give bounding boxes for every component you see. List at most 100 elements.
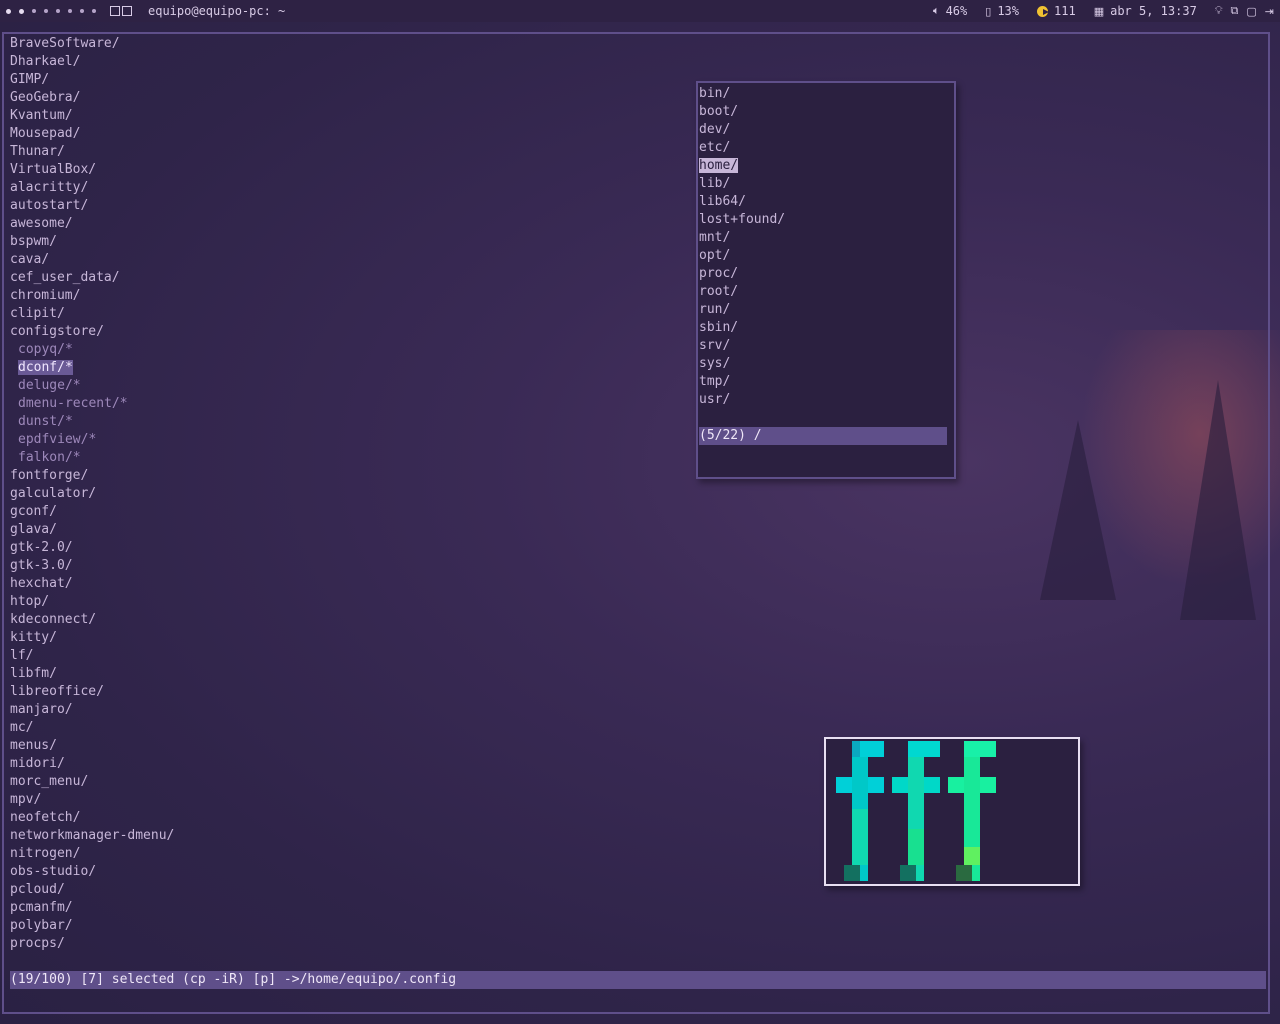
file-name: VirtualBox/ <box>10 162 97 177</box>
file-list-item[interactable]: menus/ <box>10 737 174 755</box>
workspace-dot[interactable] <box>80 9 84 13</box>
file-list-item[interactable]: pcmanfm/ <box>10 899 174 917</box>
directory-list[interactable]: bin/boot/dev/etc/home/lib/lib64/lost+fou… <box>699 85 785 409</box>
file-list-item[interactable]: GIMP/ <box>10 71 174 89</box>
file-list-item[interactable]: obs-studio/ <box>10 863 174 881</box>
workspace-dot[interactable] <box>68 9 72 13</box>
file-list-item[interactable]: autostart/ <box>10 197 174 215</box>
file-list-item[interactable]: mc/ <box>10 719 174 737</box>
file-list-item[interactable]: kitty/ <box>10 629 174 647</box>
directory-item[interactable]: run/ <box>699 301 785 319</box>
file-list-item[interactable]: nitrogen/ <box>10 845 174 863</box>
file-list-item[interactable]: VirtualBox/ <box>10 161 174 179</box>
directory-name: opt/ <box>699 248 731 263</box>
file-list-item[interactable]: manjaro/ <box>10 701 174 719</box>
directory-item[interactable]: bin/ <box>699 85 785 103</box>
file-list-item[interactable]: polybar/ <box>10 917 174 935</box>
directory-item[interactable]: home/ <box>699 157 785 175</box>
workspace-indicators[interactable] <box>6 8 96 14</box>
volume-widget[interactable]: 🔈︎ 46% <box>933 4 967 18</box>
file-list-item[interactable]: falkon/* <box>10 449 174 467</box>
directory-item[interactable]: usr/ <box>699 391 785 409</box>
file-list-item[interactable]: deluge/* <box>10 377 174 395</box>
file-list-item[interactable]: Kvantum/ <box>10 107 174 125</box>
file-list-item[interactable]: chromium/ <box>10 287 174 305</box>
chooser-prompt[interactable]: (5/22) / <box>699 427 947 445</box>
file-list-item[interactable]: libreoffice/ <box>10 683 174 701</box>
file-list-item[interactable]: Thunar/ <box>10 143 174 161</box>
file-list-item[interactable]: dconf/* <box>10 359 174 377</box>
battery-widget[interactable]: ▯ 13% <box>985 4 1019 18</box>
file-list-item[interactable]: kdeconnect/ <box>10 611 174 629</box>
file-list[interactable]: BraveSoftware/Dharkael/GIMP/GeoGebra/Kva… <box>10 35 174 953</box>
directory-item[interactable]: lib64/ <box>699 193 785 211</box>
file-name: neofetch/ <box>10 810 81 825</box>
file-list-item[interactable]: cava/ <box>10 251 174 269</box>
network-icon[interactable]: ⧉ <box>1231 4 1239 18</box>
file-name: polybar/ <box>10 918 73 933</box>
workspace-dot[interactable] <box>56 9 60 13</box>
directory-item[interactable]: opt/ <box>699 247 785 265</box>
file-list-item[interactable]: glava/ <box>10 521 174 539</box>
directory-item[interactable]: srv/ <box>699 337 785 355</box>
file-list-item[interactable]: Mousepad/ <box>10 125 174 143</box>
file-list-item[interactable]: lf/ <box>10 647 174 665</box>
workspace-dot[interactable] <box>32 9 36 13</box>
logout-icon[interactable]: ⇥ <box>1265 5 1274 18</box>
file-list-item[interactable]: bspwm/ <box>10 233 174 251</box>
directory-item[interactable]: mnt/ <box>699 229 785 247</box>
directory-item[interactable]: lost+found/ <box>699 211 785 229</box>
file-list-item[interactable]: hexchat/ <box>10 575 174 593</box>
file-list-item[interactable]: gtk-2.0/ <box>10 539 174 557</box>
directory-item[interactable]: etc/ <box>699 139 785 157</box>
lightbulb-icon[interactable]: 💡︎ <box>1215 4 1223 18</box>
directory-item[interactable]: lib/ <box>699 175 785 193</box>
directory-chooser-popup[interactable]: bin/boot/dev/etc/home/lib/lib64/lost+fou… <box>696 81 956 479</box>
file-list-item[interactable]: BraveSoftware/ <box>10 35 174 53</box>
file-list-item[interactable]: libfm/ <box>10 665 174 683</box>
file-list-item[interactable]: networkmanager-dmenu/ <box>10 827 174 845</box>
file-list-item[interactable]: pcloud/ <box>10 881 174 899</box>
file-list-item[interactable]: htop/ <box>10 593 174 611</box>
file-list-item[interactable]: mpv/ <box>10 791 174 809</box>
file-list-item[interactable]: epdfview/* <box>10 431 174 449</box>
file-list-item[interactable]: cef_user_data/ <box>10 269 174 287</box>
directory-item[interactable]: sbin/ <box>699 319 785 337</box>
directory-item[interactable]: sys/ <box>699 355 785 373</box>
file-list-item[interactable]: GeoGebra/ <box>10 89 174 107</box>
file-list-item[interactable]: Dharkael/ <box>10 53 174 71</box>
directory-item[interactable]: dev/ <box>699 121 785 139</box>
date-widget[interactable]: ▦ abr 5, 13:37 <box>1094 4 1197 18</box>
file-list-item[interactable]: dunst/* <box>10 413 174 431</box>
workspace-dot[interactable] <box>6 8 11 14</box>
workspace-dot[interactable] <box>44 9 48 13</box>
file-list-item[interactable]: alacritty/ <box>10 179 174 197</box>
file-list-item[interactable]: gconf/ <box>10 503 174 521</box>
file-list-item[interactable]: awesome/ <box>10 215 174 233</box>
file-list-item[interactable]: dmenu-recent/* <box>10 395 174 413</box>
file-list-item[interactable]: morc_menu/ <box>10 773 174 791</box>
file-list-item[interactable]: neofetch/ <box>10 809 174 827</box>
file-list-item[interactable]: gtk-3.0/ <box>10 557 174 575</box>
file-list-item[interactable]: clipit/ <box>10 305 174 323</box>
clipboard-icon[interactable]: ▢ <box>1246 5 1256 18</box>
layout-icon[interactable] <box>110 6 132 16</box>
file-list-item[interactable]: configstore/ <box>10 323 174 341</box>
updates-widget[interactable]: 111 <box>1037 4 1076 18</box>
directory-name: usr/ <box>699 392 731 407</box>
file-list-item[interactable]: copyq/* <box>10 341 174 359</box>
file-list-item[interactable]: midori/ <box>10 755 174 773</box>
file-list-item[interactable]: procps/ <box>10 935 174 953</box>
file-name: deluge/* <box>18 378 81 393</box>
directory-item[interactable]: proc/ <box>699 265 785 283</box>
directory-item[interactable]: boot/ <box>699 103 785 121</box>
directory-name: sys/ <box>699 356 731 371</box>
file-list-item[interactable]: galculator/ <box>10 485 174 503</box>
workspace-dot[interactable] <box>92 9 96 13</box>
workspace-dot[interactable] <box>19 8 24 14</box>
directory-item[interactable]: root/ <box>699 283 785 301</box>
directory-name: proc/ <box>699 266 739 281</box>
directory-item[interactable]: tmp/ <box>699 373 785 391</box>
file-list-item[interactable]: fontforge/ <box>10 467 174 485</box>
calendar-icon: ▦ <box>1093 4 1105 18</box>
